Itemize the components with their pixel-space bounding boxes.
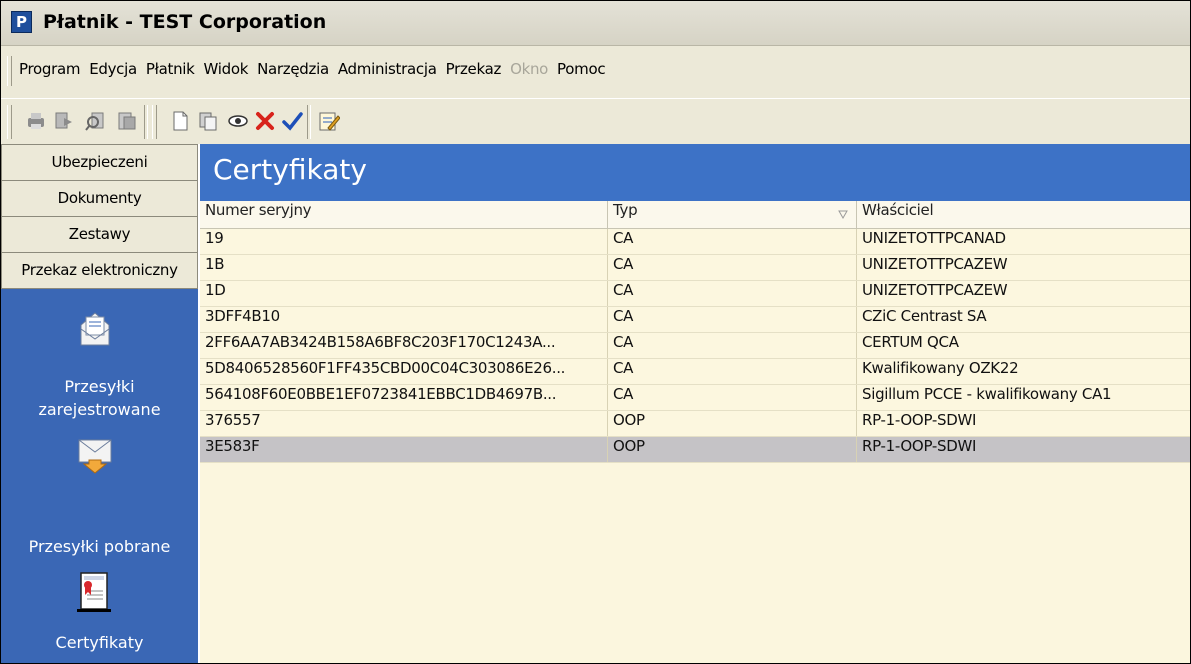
sort-descending-icon (838, 210, 848, 219)
cell-owner: UNIZETOTTPCAZEW (862, 281, 1008, 299)
toolbar-grip-handle[interactable] (7, 105, 12, 139)
cell-owner: RP-1-OOP-SDWI (862, 437, 977, 455)
nav-item-certyfikaty[interactable]: Certyfikaty (1, 633, 198, 652)
cell-owner: Kwalifikowany OZK22 (862, 359, 1019, 377)
menu-przekaz[interactable]: Przekaz (446, 60, 502, 78)
downloaded-mail-icon[interactable] (73, 430, 117, 474)
menu-edycja[interactable]: Edycja (89, 60, 137, 78)
table-row-selected[interactable]: 3E583F OOP RP-1-OOP-SDWI (200, 437, 1190, 463)
view-icon[interactable] (227, 110, 249, 132)
cell-serial: 564108F60E0BBE1EF0723841EBBC1DB4697B... (200, 385, 608, 410)
table-header: Numer seryjny Typ Właściciel (200, 201, 1190, 229)
menu-pomoc[interactable]: Pomoc (557, 60, 606, 78)
registered-mail-icon[interactable] (73, 307, 117, 351)
menu-administracja[interactable]: Administracja (338, 60, 437, 78)
table-row[interactable]: 19 CA UNIZETOTTPCANAD (200, 229, 1190, 255)
nav-tab-dokumenty[interactable]: Dokumenty (1, 180, 198, 217)
table-row[interactable]: 1B CA UNIZETOTTPCAZEW (200, 255, 1190, 281)
app-window: P Płatnik - TEST Corporation Program Edy… (0, 0, 1191, 664)
column-header-numer-seryjny[interactable]: Numer seryjny (200, 201, 608, 228)
column-header-wlasciciel[interactable]: Właściciel (857, 201, 1190, 228)
table-body: 19 CA UNIZETOTTPCANAD 1B CA UNIZETOTTPCA… (200, 229, 1190, 463)
cell-serial: 1D (200, 281, 608, 306)
cell-type: CA (608, 359, 857, 384)
cell-owner: Sigillum PCCE - kwalifikowany CA1 (862, 385, 1112, 403)
page-title: Certyfikaty (213, 153, 367, 186)
column-header-typ-label: Typ (613, 201, 638, 219)
cell-serial: 3DFF4B10 (200, 307, 608, 332)
menu-items: Program Edycja Płatnik Widok Narzędzia A… (19, 60, 614, 78)
cell-serial: 19 (200, 229, 608, 254)
cell-serial: 1B (200, 255, 608, 280)
cell-serial: 3E583F (200, 437, 608, 462)
copy-icon[interactable] (197, 110, 219, 132)
left-navigation: Ubezpieczeni Dokumenty Zestawy Przekaz e… (1, 144, 198, 663)
cell-type: CA (608, 229, 857, 254)
cell-type: CA (608, 307, 857, 332)
menu-widok[interactable]: Widok (204, 60, 249, 78)
cell-type: CA (608, 385, 857, 410)
column-header-typ[interactable]: Typ (608, 201, 857, 228)
toolbar-separator (144, 105, 148, 139)
menu-platnik[interactable]: Płatnik (146, 60, 195, 78)
cell-serial: 5D8406528560F1FF435CBD00C04C303086E26... (200, 359, 608, 384)
confirm-icon[interactable] (281, 110, 303, 132)
app-logo-icon: P (11, 11, 32, 33)
cell-type: CA (608, 281, 857, 306)
menu-narzedzia[interactable]: Narzędzia (257, 60, 329, 78)
print-icon[interactable] (25, 110, 47, 132)
page-header: Certyfikaty (200, 144, 1190, 201)
cell-type: OOP (608, 411, 857, 436)
table-row[interactable]: 3DFF4B10 CA CZiC Centrast SA (200, 307, 1190, 333)
preview-icon[interactable] (116, 110, 138, 132)
nav-tab-przekaz-elektroniczny[interactable]: Przekaz elektroniczny (1, 252, 198, 289)
cell-type: CA (608, 255, 857, 280)
nav-item-label-line1[interactable]: Przesyłki (1, 377, 198, 396)
table-row[interactable]: 5D8406528560F1FF435CBD00C04C303086E26...… (200, 359, 1190, 385)
cell-owner: UNIZETOTTPCAZEW (862, 255, 1008, 273)
find-icon[interactable] (85, 110, 107, 132)
cell-owner: CZiC Centrast SA (862, 307, 987, 325)
menu-program[interactable]: Program (19, 60, 81, 78)
main-panel: Certyfikaty Numer seryjny Typ Właściciel… (198, 144, 1190, 663)
delete-icon[interactable] (254, 110, 276, 132)
table-row[interactable]: 376557 OOP RP-1-OOP-SDWI (200, 411, 1190, 437)
table-row[interactable]: 2FF6AA7AB3424B158A6BF8C203F170C1243A... … (200, 333, 1190, 359)
cell-owner: UNIZETOTTPCANAD (862, 229, 1006, 247)
cell-owner: RP-1-OOP-SDWI (862, 411, 977, 429)
toolbar-grip-handle-2[interactable] (152, 105, 157, 139)
menu-okno: Okno (510, 60, 549, 78)
cell-owner: CERTUM QCA (862, 333, 959, 351)
menu-grip-handle[interactable] (7, 56, 12, 86)
nav-item-label-line2[interactable]: zarejestrowane (1, 400, 198, 419)
table-row[interactable]: 1D CA UNIZETOTTPCAZEW (200, 281, 1190, 307)
edit-icon[interactable] (318, 110, 340, 132)
title-bar[interactable]: P Płatnik - TEST Corporation (1, 1, 1190, 46)
nav-tab-ubezpieczeni[interactable]: Ubezpieczeni (1, 144, 198, 181)
table-row[interactable]: 564108F60E0BBE1EF0723841EBBC1DB4697B... … (200, 385, 1190, 411)
cell-serial: 376557 (200, 411, 608, 436)
nav-item-przesylki-pobrane[interactable]: Przesyłki pobrane (1, 537, 198, 556)
cell-type: OOP (608, 437, 857, 462)
certificate-icon[interactable] (73, 571, 117, 621)
toolbar (1, 98, 1190, 146)
menu-bar: Program Edycja Płatnik Widok Narzędzia A… (1, 46, 1190, 98)
new-document-icon[interactable] (169, 110, 191, 132)
cell-serial: 2FF6AA7AB3424B158A6BF8C203F170C1243A... (200, 333, 608, 358)
nav-tab-zestawy[interactable]: Zestawy (1, 216, 198, 253)
cell-type: CA (608, 333, 857, 358)
export-icon[interactable] (53, 110, 75, 132)
toolbar-separator-2 (307, 105, 311, 139)
window-title: Płatnik - TEST Corporation (43, 11, 327, 33)
